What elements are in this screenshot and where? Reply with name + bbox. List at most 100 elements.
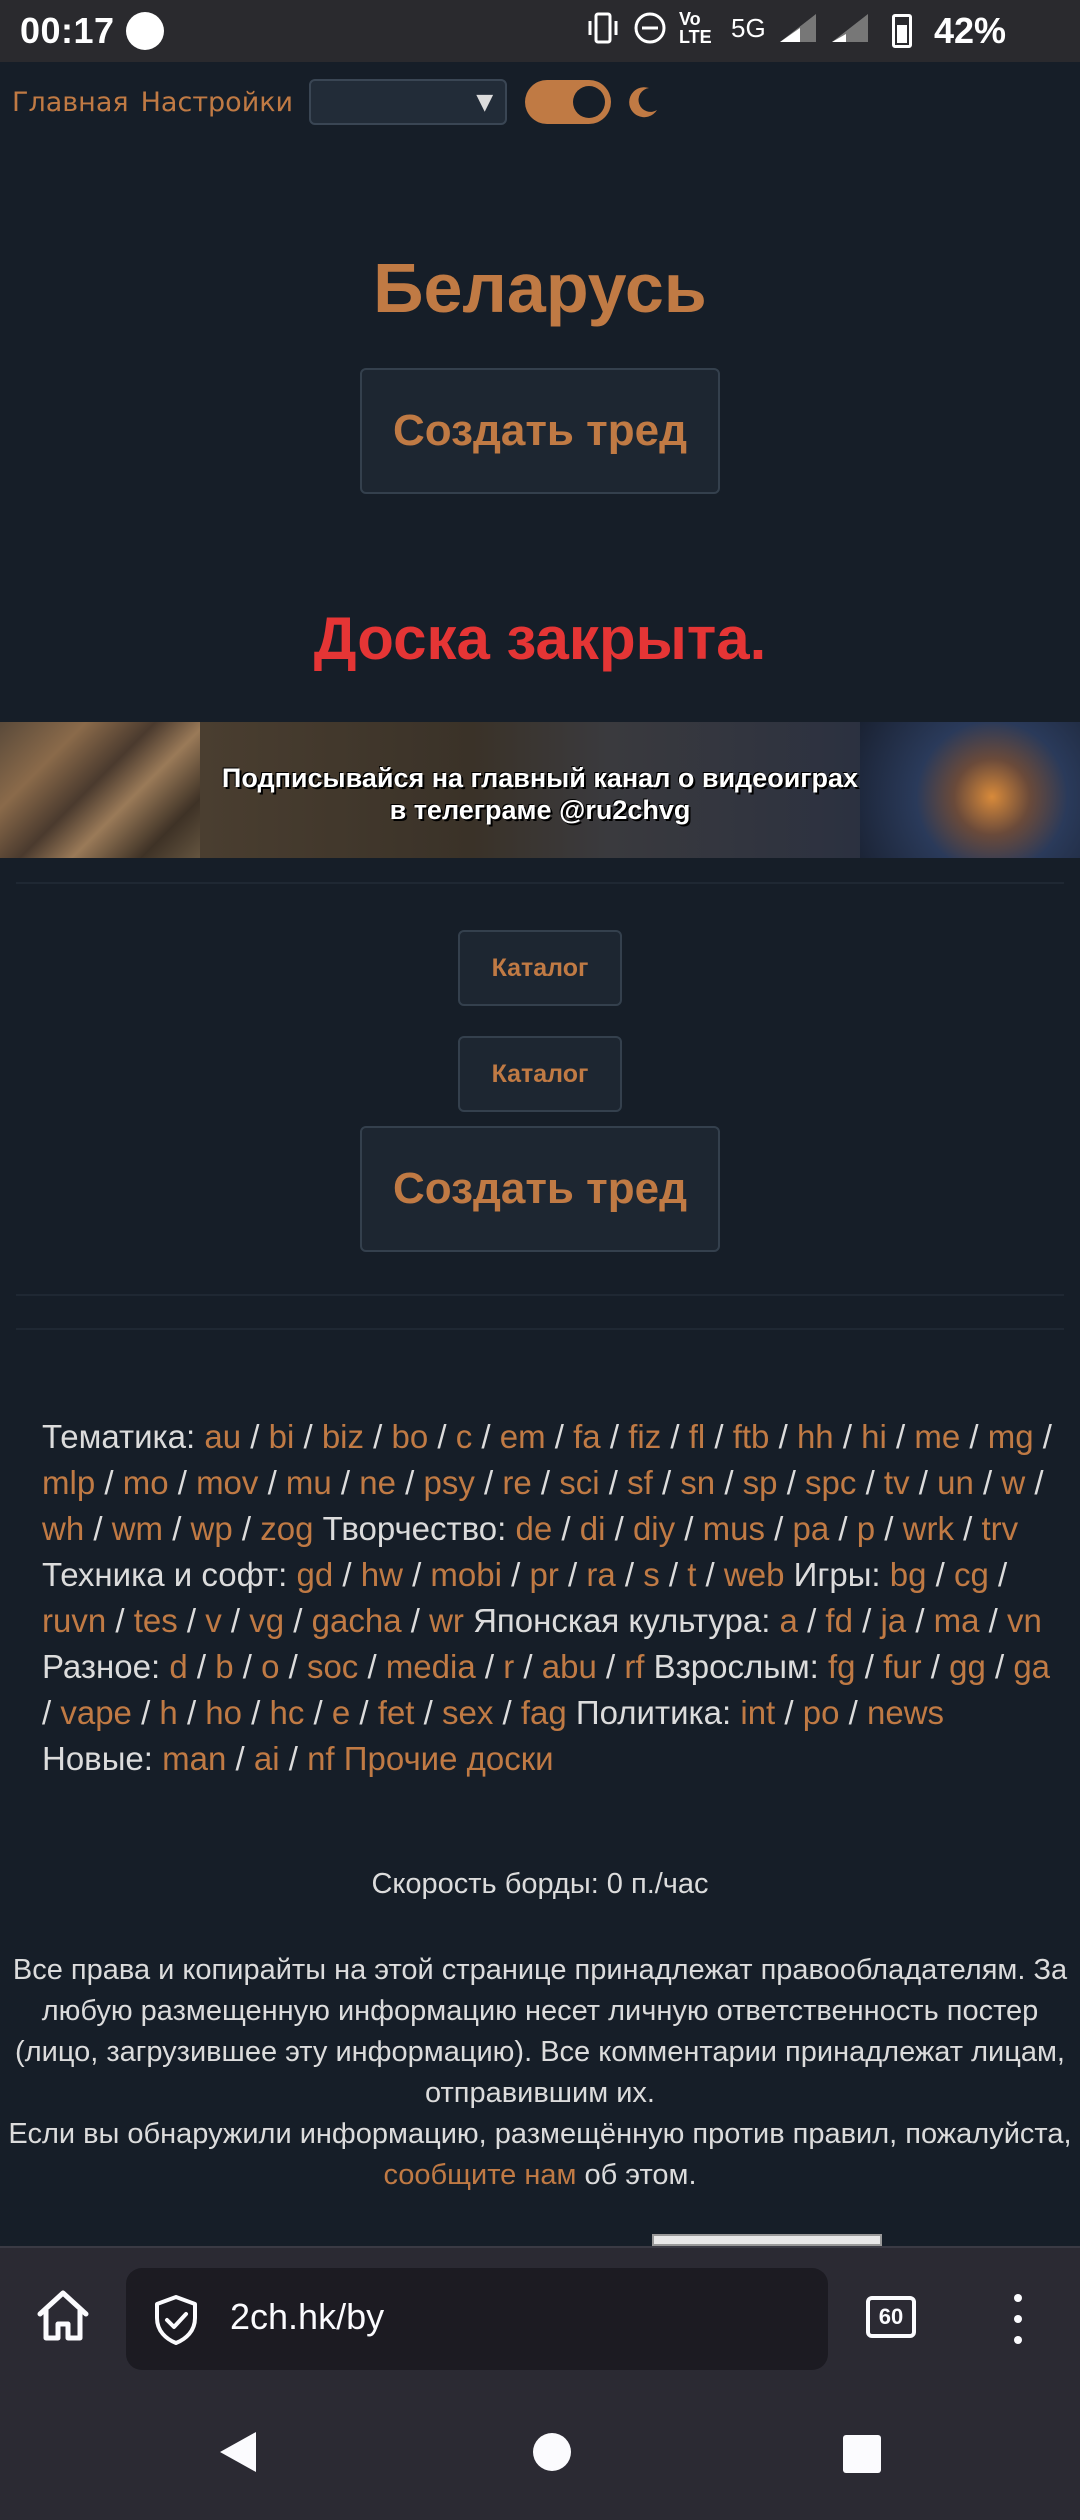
board-link[interactable]: mo	[123, 1464, 169, 1501]
board-link[interactable]: a	[780, 1602, 798, 1639]
board-link[interactable]: fag	[521, 1694, 567, 1731]
board-link[interactable]: tes	[134, 1602, 178, 1639]
board-link[interactable]: news	[867, 1694, 944, 1731]
board-link[interactable]: au	[204, 1418, 241, 1455]
board-link[interactable]: diy	[633, 1510, 675, 1547]
board-link[interactable]: hh	[797, 1418, 834, 1455]
board-link[interactable]: hi	[861, 1418, 887, 1455]
board-link[interactable]: bg	[890, 1556, 927, 1593]
board-link[interactable]: psy	[424, 1464, 475, 1501]
style-select[interactable]: ▼	[309, 79, 508, 125]
board-link[interactable]: mus	[703, 1510, 765, 1547]
board-link[interactable]: ne	[359, 1464, 396, 1501]
board-link[interactable]: media	[386, 1648, 476, 1685]
board-link[interactable]: spc	[805, 1464, 856, 1501]
tab-counter-button[interactable]: 60	[866, 2296, 916, 2338]
board-link[interactable]: sp	[743, 1464, 778, 1501]
board-link[interactable]: un	[937, 1464, 974, 1501]
board-link[interactable]: fl	[689, 1418, 706, 1455]
shield-icon[interactable]	[152, 2294, 200, 2346]
board-link[interactable]: fa	[573, 1418, 601, 1455]
board-link[interactable]: man	[162, 1740, 226, 1777]
catalog-button[interactable]: Каталог	[458, 1036, 622, 1112]
create-thread-button[interactable]: Создать тред	[360, 368, 720, 494]
board-link[interactable]: fg	[828, 1648, 856, 1685]
board-link[interactable]: mlp	[42, 1464, 95, 1501]
board-link[interactable]: ja	[880, 1602, 906, 1639]
board-link[interactable]: w	[1001, 1464, 1025, 1501]
board-link[interactable]: bo	[392, 1418, 429, 1455]
board-link[interactable]: hw	[361, 1556, 403, 1593]
home-nav-icon[interactable]	[532, 2432, 572, 2472]
board-link[interactable]: mu	[286, 1464, 332, 1501]
report-link[interactable]: сообщите нам	[383, 2159, 576, 2191]
board-link[interactable]: ra	[586, 1556, 615, 1593]
board-link[interactable]: o	[261, 1648, 279, 1685]
board-link[interactable]: soc	[307, 1648, 358, 1685]
board-link[interactable]: ftb	[733, 1418, 770, 1455]
board-link[interactable]: sex	[442, 1694, 493, 1731]
board-link[interactable]: vape	[60, 1694, 132, 1731]
board-link[interactable]: t	[687, 1556, 696, 1593]
board-link[interactable]: wrk	[903, 1510, 954, 1547]
board-link[interactable]: gacha	[312, 1602, 402, 1639]
board-link[interactable]: h	[159, 1694, 177, 1731]
board-link[interactable]: wh	[42, 1510, 84, 1547]
board-link[interactable]: de	[516, 1510, 553, 1547]
board-link[interactable]: gd	[296, 1556, 333, 1593]
board-link[interactable]: hc	[270, 1694, 305, 1731]
board-link[interactable]: em	[500, 1418, 546, 1455]
board-link[interactable]: trv	[981, 1510, 1018, 1547]
board-link[interactable]: d	[169, 1648, 187, 1685]
board-link[interactable]: biz	[322, 1418, 364, 1455]
board-link[interactable]: fur	[883, 1648, 922, 1685]
board-link[interactable]: nf	[307, 1740, 335, 1777]
board-link[interactable]: gg	[949, 1648, 986, 1685]
board-link[interactable]: wm	[112, 1510, 163, 1547]
other-boards-link[interactable]: Прочие доски	[344, 1740, 554, 1777]
board-link[interactable]: e	[332, 1694, 350, 1731]
board-link[interactable]: fiz	[628, 1418, 661, 1455]
back-icon[interactable]	[216, 2430, 260, 2474]
board-link[interactable]: mg	[988, 1418, 1034, 1455]
settings-link[interactable]: Настройки	[141, 87, 293, 118]
board-link[interactable]: ai	[254, 1740, 280, 1777]
board-link[interactable]: c	[456, 1418, 473, 1455]
board-link[interactable]: zog	[260, 1510, 313, 1547]
board-link[interactable]: me	[914, 1418, 960, 1455]
board-link[interactable]: abu	[542, 1648, 597, 1685]
board-link[interactable]: wp	[191, 1510, 233, 1547]
overflow-menu-icon[interactable]	[1008, 2294, 1028, 2344]
board-link[interactable]: ga	[1013, 1648, 1050, 1685]
board-link[interactable]: vg	[249, 1602, 284, 1639]
recents-icon[interactable]	[842, 2434, 882, 2474]
telegram-banner[interactable]: Подписывайся на главный канал о видеоигр…	[0, 722, 1080, 858]
board-link[interactable]: bi	[269, 1418, 295, 1455]
board-link[interactable]: b	[215, 1648, 233, 1685]
home-icon[interactable]	[34, 2288, 92, 2344]
board-link[interactable]: int	[740, 1694, 775, 1731]
board-link[interactable]: v	[205, 1602, 222, 1639]
board-link[interactable]: tv	[884, 1464, 910, 1501]
board-link[interactable]: s	[643, 1556, 660, 1593]
board-link[interactable]: po	[803, 1694, 840, 1731]
board-link[interactable]: fd	[825, 1602, 853, 1639]
dark-mode-toggle[interactable]	[525, 80, 612, 124]
board-link[interactable]: di	[580, 1510, 606, 1547]
board-link[interactable]: web	[724, 1556, 785, 1593]
board-link[interactable]: vn	[1007, 1602, 1042, 1639]
board-link[interactable]: cg	[954, 1556, 989, 1593]
board-link[interactable]: sci	[559, 1464, 599, 1501]
board-link[interactable]: p	[857, 1510, 875, 1547]
board-link[interactable]: pa	[793, 1510, 830, 1547]
board-link[interactable]: wr	[429, 1602, 464, 1639]
board-link[interactable]: pr	[529, 1556, 558, 1593]
board-link[interactable]: sf	[627, 1464, 653, 1501]
board-link[interactable]: r	[503, 1648, 514, 1685]
board-link[interactable]: mov	[196, 1464, 258, 1501]
board-link[interactable]: mobi	[430, 1556, 502, 1593]
board-link[interactable]: rf	[624, 1648, 644, 1685]
board-link[interactable]: ma	[934, 1602, 980, 1639]
create-thread-button-bottom[interactable]: Создать тред	[360, 1126, 720, 1252]
board-link[interactable]: fet	[378, 1694, 415, 1731]
